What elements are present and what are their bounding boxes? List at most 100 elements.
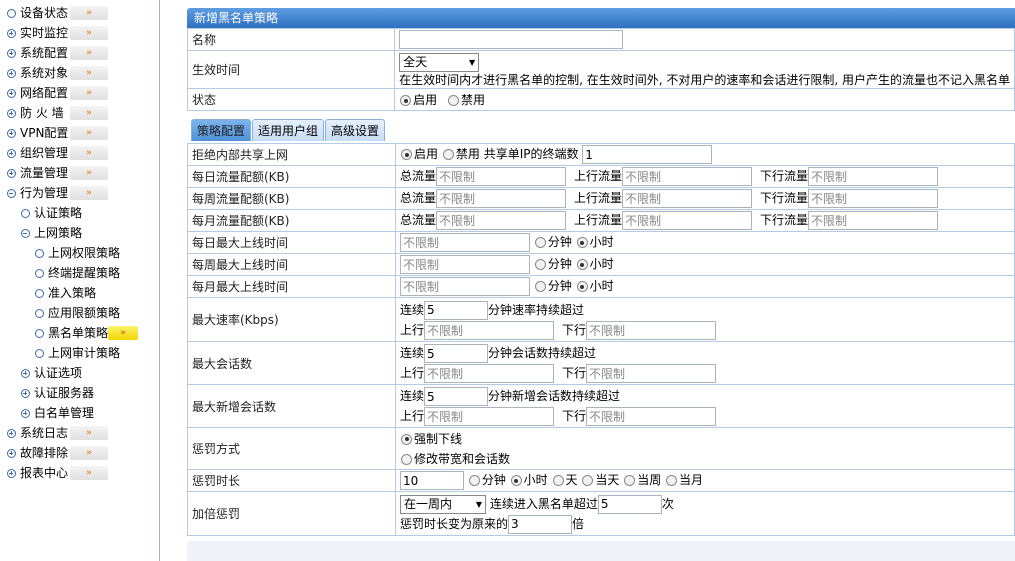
session-down-input[interactable] — [586, 364, 717, 383]
sidebar-item[interactable]: 系统日志» — [0, 423, 160, 443]
plus-circle-icon — [7, 49, 16, 58]
sidebar-item[interactable]: 应用限额策略 — [0, 303, 160, 323]
status-disable-radio[interactable] — [447, 95, 459, 106]
unit-today-radio[interactable] — [582, 475, 594, 486]
sidebar-item-label: 上网权限策略 — [48, 246, 121, 260]
session-minutes-input[interactable] — [424, 344, 489, 363]
punish-bandwidth-radio[interactable] — [401, 453, 412, 465]
sidebar-item[interactable]: 准入策略 — [0, 283, 160, 303]
daily-minute-radio[interactable] — [534, 237, 546, 248]
sidebar-item[interactable]: 认证策略 — [0, 203, 160, 223]
daily-total-flow-input[interactable] — [436, 167, 567, 186]
sidebar-item[interactable]: 组织管理» — [0, 143, 160, 163]
unit-minute-radio[interactable] — [468, 475, 480, 486]
tab-user-groups[interactable]: 适用用户组 — [252, 119, 325, 141]
sidebar-item[interactable]: 实时监控» — [0, 23, 160, 43]
sidebar-item[interactable]: 系统对象» — [0, 63, 160, 83]
punish-offline-radio[interactable] — [401, 433, 412, 445]
name-input[interactable] — [399, 30, 624, 49]
time-label: 生效时间 — [186, 50, 396, 89]
weekly-flow-label: 每周流量配额(KB) — [187, 187, 396, 210]
sidebar-item[interactable]: 报表中心» — [0, 463, 160, 483]
chevron-down-icon: » — [70, 66, 108, 80]
sidebar-item-label: 组织管理 — [20, 146, 69, 160]
weekly-hour-radio[interactable] — [576, 259, 588, 270]
sidebar-item-label: 网络配置 — [20, 86, 69, 100]
weekly-minute-radio[interactable] — [534, 259, 546, 270]
unit-month-radio[interactable] — [666, 475, 678, 486]
monthly-total-flow-input[interactable] — [436, 211, 567, 230]
rate-minutes-input[interactable] — [424, 300, 489, 320]
unit-hour-radio[interactable] — [510, 475, 522, 486]
chevron-down-icon: » — [70, 6, 108, 20]
circle-icon — [21, 209, 30, 218]
chevron-down-icon: » — [70, 426, 108, 440]
daily-up-flow-input[interactable] — [622, 167, 753, 186]
sidebar-item[interactable]: 网络配置» — [0, 83, 160, 103]
sidebar-item-label: 准入策略 — [48, 286, 97, 300]
sidebar-item[interactable]: 防 火 墙 » — [0, 103, 160, 123]
sidebar-item[interactable]: 流量管理» — [0, 163, 160, 183]
monthly-minute-radio[interactable] — [534, 281, 546, 292]
monthly-up-flow-input[interactable] — [622, 211, 753, 230]
sidebar-item[interactable]: VPN配置» — [0, 123, 160, 143]
sidebar-item-label: 设备状态 — [20, 6, 69, 20]
sidebar-item[interactable]: 行为管理» — [0, 183, 160, 203]
session-up-input[interactable] — [424, 364, 555, 383]
weekly-online-label: 每周最大上线时间 — [187, 253, 396, 276]
share-count-input[interactable] — [582, 145, 713, 164]
minus-circle-icon — [21, 229, 30, 238]
double-count-input[interactable] — [597, 494, 662, 514]
unit-day-radio[interactable] — [552, 475, 564, 486]
share-enable-radio[interactable] — [401, 149, 412, 160]
rate-up-input[interactable] — [424, 320, 555, 340]
punish-time-input[interactable] — [400, 471, 464, 490]
policy-table: 拒绝内部共享上网 启用 禁用 共享单IP的终端数 每日流量配额(KB)总流量上行… — [187, 143, 1015, 536]
double-factor-input[interactable] — [508, 514, 573, 534]
daily-down-flow-input[interactable] — [808, 167, 939, 186]
time-select[interactable]: 全天 — [399, 52, 480, 72]
sidebar-item[interactable]: 故障排除» — [0, 443, 160, 463]
weekly-up-flow-input[interactable] — [622, 189, 753, 208]
new-session-minutes-input[interactable] — [424, 387, 489, 406]
tab-policy-config[interactable]: 策略配置 — [191, 119, 252, 141]
new-session-up-input[interactable] — [424, 407, 555, 426]
sidebar-item-label: 上网策略 — [34, 226, 83, 240]
rate-down-input[interactable] — [586, 320, 717, 340]
sidebar-item[interactable]: 上网权限策略 — [0, 243, 160, 263]
sidebar-item[interactable]: 上网策略 — [0, 223, 160, 243]
weekly-down-flow-input[interactable] — [808, 189, 939, 208]
sidebar-item-label: 白名单管理 — [34, 406, 95, 420]
monthly-online-input[interactable] — [400, 277, 530, 296]
daily-online-input[interactable] — [400, 233, 530, 252]
new-session-down-input[interactable] — [586, 407, 717, 426]
daily-hour-radio[interactable] — [576, 237, 588, 248]
session-limit-label: 最大会话数 — [187, 341, 396, 385]
sidebar-item-label: 故障排除 — [20, 446, 69, 460]
double-period-select[interactable]: 在一周内 — [400, 494, 486, 514]
sidebar-item[interactable]: 上网审计策略 — [0, 343, 160, 363]
sidebar-item[interactable]: 系统配置» — [0, 43, 160, 63]
weekly-online-input[interactable] — [400, 255, 530, 274]
sidebar-item-label: VPN配置 — [20, 126, 69, 140]
plus-circle-icon — [7, 129, 16, 138]
sidebar-item[interactable]: 认证服务器 — [0, 383, 160, 403]
status-enable-radio[interactable] — [400, 95, 412, 106]
sidebar-item-label: 系统对象 — [20, 66, 69, 80]
circle-icon — [35, 349, 44, 358]
tab-advanced[interactable]: 高级设置 — [325, 119, 386, 141]
plus-circle-icon — [7, 429, 16, 438]
sidebar-item[interactable]: 终端提醒策略 — [0, 263, 160, 283]
sidebar-item[interactable]: 认证选项 — [0, 363, 160, 383]
monthly-hour-radio[interactable] — [576, 281, 588, 292]
sidebar-item[interactable]: 设备状态» — [0, 3, 160, 23]
sidebar-item[interactable]: 黑名单策略» — [0, 323, 160, 343]
monthly-down-flow-input[interactable] — [808, 211, 939, 230]
plus-circle-icon — [21, 389, 30, 398]
share-disable-radio[interactable] — [442, 149, 454, 160]
sidebar-item[interactable]: 白名单管理 — [0, 403, 160, 423]
weekly-total-flow-input[interactable] — [436, 189, 567, 208]
unit-week-radio[interactable] — [624, 475, 636, 486]
chevron-down-icon: » — [70, 126, 108, 140]
sidebar-item-label: 上网审计策略 — [48, 346, 121, 360]
